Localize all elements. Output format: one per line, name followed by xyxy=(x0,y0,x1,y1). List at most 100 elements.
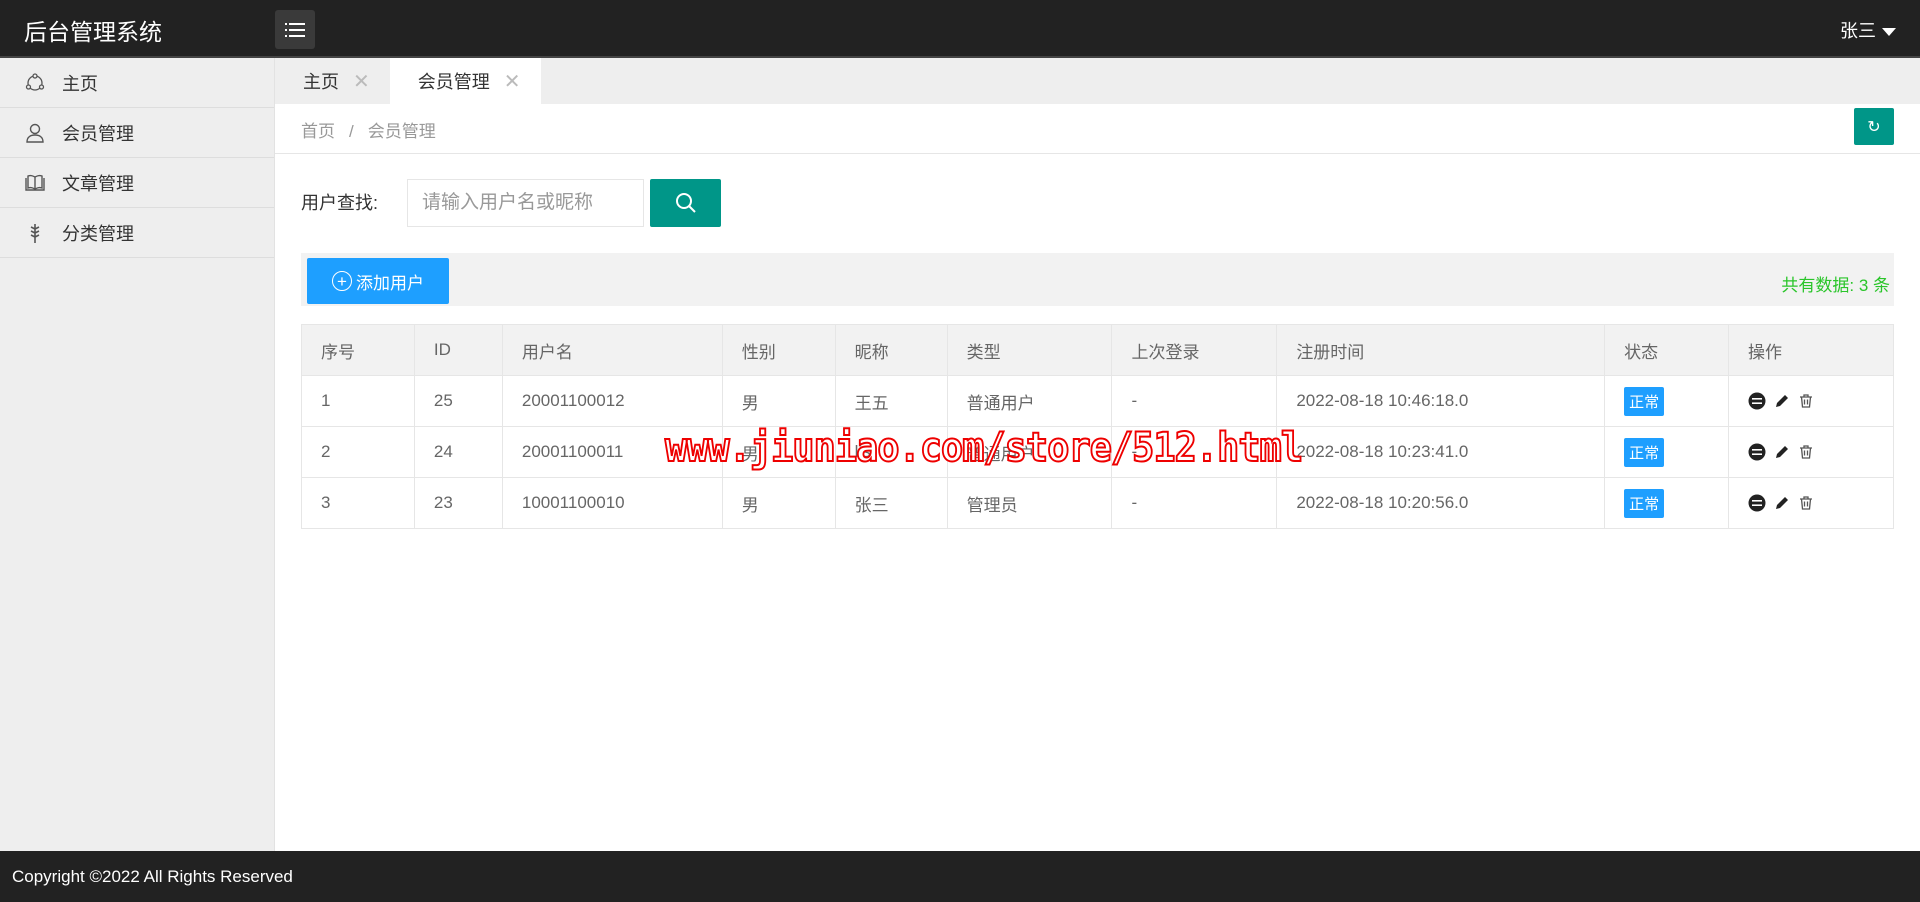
status-cell: 正常 xyxy=(1604,477,1729,529)
table-cell: - xyxy=(1111,375,1278,427)
search-input[interactable] xyxy=(407,179,644,227)
pencil-icon xyxy=(1776,446,1788,458)
column-header: 操作 xyxy=(1728,324,1894,376)
status-cell: 正常 xyxy=(1604,375,1729,427)
detail-button[interactable] xyxy=(1748,494,1766,512)
refresh-icon: ↻ xyxy=(1867,118,1881,136)
actions-cell xyxy=(1728,375,1894,427)
table-cell: 男 xyxy=(721,375,836,427)
list-circle-icon xyxy=(1748,443,1766,461)
trash-icon xyxy=(1800,496,1812,510)
column-header: 序号 xyxy=(301,324,415,376)
sidebar-item-label: 分类管理 xyxy=(62,223,134,244)
refresh-button[interactable]: ↻ xyxy=(1854,108,1894,145)
trash-icon xyxy=(1800,445,1812,459)
list-circle-icon xyxy=(1748,392,1766,410)
user-icon xyxy=(26,123,44,143)
table-cell: 张三 xyxy=(834,477,948,529)
table-row: 1 25 20001100012 男王五 普通用户 -2022-08-18 10:46:1… xyxy=(301,375,1894,427)
list-circle-icon xyxy=(1748,494,1766,512)
sidebar-item-members[interactable]: 会员管理 xyxy=(0,108,274,158)
table-cell: 2022-08-18 10:23:41.0 xyxy=(1276,426,1606,478)
table-header-row: 序号 ID 用户名 性别 昵称 类型 上次登录 注册时间 状态 操作 xyxy=(301,324,1894,376)
search-icon xyxy=(675,193,696,213)
edit-button[interactable] xyxy=(1774,393,1790,409)
user-name: 张三 xyxy=(1840,21,1876,41)
search-label: 用户查找: xyxy=(301,193,379,213)
divider xyxy=(275,153,1920,154)
top-header: 后台管理系统 张三 xyxy=(0,0,1920,58)
sidebar-item-home[interactable]: 主页 xyxy=(0,58,274,108)
table-cell: 10001100010 xyxy=(501,477,723,529)
sidebar-item-label: 会员管理 xyxy=(62,123,134,144)
status-badge: 正常 xyxy=(1624,386,1665,416)
sidebar-item-label: 文章管理 xyxy=(62,173,134,194)
table-cell: 2022-08-18 10:20:56.0 xyxy=(1276,477,1606,529)
table-cell: 王五 xyxy=(834,375,948,427)
column-header: 性别 xyxy=(721,324,836,376)
menu-icon xyxy=(285,22,305,37)
table-cell: lisi xyxy=(834,426,948,478)
detail-button[interactable] xyxy=(1748,392,1766,410)
table-row: 3 23 10001100010 男张三 管理员 -2022-08-18 10:20:56… xyxy=(301,477,1894,529)
table-cell: 普通用户 xyxy=(946,375,1113,427)
column-header: 状态 xyxy=(1604,324,1729,376)
column-header: 昵称 xyxy=(834,324,948,376)
sidebar-item-categories[interactable]: 分类管理 xyxy=(0,208,274,258)
status-badge: 正常 xyxy=(1624,488,1665,518)
actions-cell xyxy=(1728,426,1894,478)
table-cell: 25 xyxy=(413,375,503,427)
table-row: 2 24 20001100011 男 lisi 普通用户 -2022-08-18 10:23… xyxy=(301,426,1894,478)
breadcrumb-current: 会员管理 xyxy=(367,122,436,141)
column-header: 用户名 xyxy=(501,324,723,376)
table-cell: - xyxy=(1111,477,1278,529)
total-count: 共有数据: 3 条 xyxy=(1781,276,1890,295)
sidebar-item-articles[interactable]: 文章管理 xyxy=(0,158,274,208)
pencil-icon xyxy=(1776,395,1788,407)
tab-bar: 主页 ✕ 会员管理 ✕ xyxy=(275,58,1920,104)
tab-members[interactable]: 会员管理 ✕ xyxy=(389,58,541,104)
column-header: 类型 xyxy=(946,324,1113,376)
table-cell: 普通用户 xyxy=(946,426,1113,478)
add-user-label: 添加用户 xyxy=(356,273,424,293)
delete-button[interactable] xyxy=(1798,393,1814,409)
app-title: 后台管理系统 xyxy=(24,19,162,45)
sidebar-item-label: 主页 xyxy=(62,73,98,94)
tab-label: 会员管理 xyxy=(417,72,490,92)
add-user-button[interactable]: + 添加用户 xyxy=(307,258,449,304)
footer: Copyright ©2022 All Rights Reserved xyxy=(0,851,1920,902)
table-cell: 20001100012 xyxy=(501,375,723,427)
close-icon[interactable]: ✕ xyxy=(504,69,521,94)
table-cell: 男 xyxy=(721,477,836,529)
search-button[interactable] xyxy=(650,179,721,227)
delete-button[interactable] xyxy=(1798,444,1814,460)
table-cell: 24 xyxy=(413,426,503,478)
table-toolbar: + 添加用户 共有数据: 3 条 xyxy=(301,253,1894,306)
tab-label: 主页 xyxy=(303,72,339,92)
table-cell: 23 xyxy=(413,477,503,529)
menu-toggle-button[interactable] xyxy=(275,10,315,49)
tab-home[interactable]: 主页 ✕ xyxy=(275,58,390,104)
column-header: 上次登录 xyxy=(1111,324,1278,376)
caret-down-icon xyxy=(1882,28,1896,37)
category-icon xyxy=(30,223,40,243)
edit-button[interactable] xyxy=(1774,495,1790,511)
table-cell: 20001100011 xyxy=(501,426,723,478)
status-cell: 正常 xyxy=(1604,426,1729,478)
breadcrumb-home[interactable]: 首页 xyxy=(301,122,335,141)
table-cell: 3 xyxy=(301,477,415,529)
table-cell: 2 xyxy=(301,426,415,478)
status-badge: 正常 xyxy=(1624,437,1665,467)
edit-button[interactable] xyxy=(1774,444,1790,460)
table-cell: 2022-08-18 10:46:18.0 xyxy=(1276,375,1606,427)
book-icon xyxy=(25,174,45,191)
delete-button[interactable] xyxy=(1798,495,1814,511)
actions-cell xyxy=(1728,477,1894,529)
column-header: ID xyxy=(413,324,503,376)
plus-circle-icon: + xyxy=(332,271,352,291)
trash-icon xyxy=(1800,394,1812,408)
home-icon xyxy=(25,72,45,91)
user-menu[interactable]: 张三 xyxy=(1840,17,1896,43)
detail-button[interactable] xyxy=(1748,443,1766,461)
close-icon[interactable]: ✕ xyxy=(353,69,370,94)
